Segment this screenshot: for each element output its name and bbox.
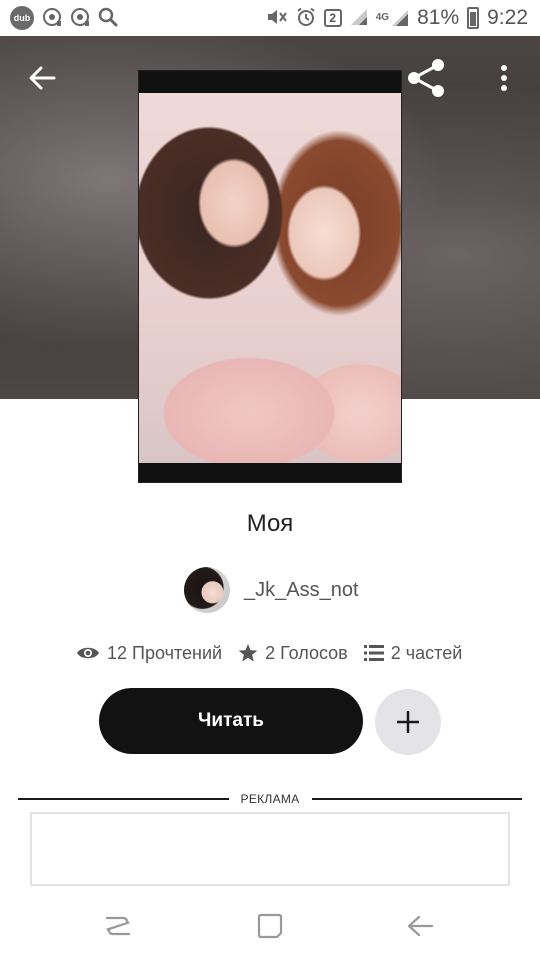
votes-stat: 2 Голосов: [238, 643, 348, 664]
add-to-library-button[interactable]: [375, 689, 441, 755]
more-vertical-icon: [501, 65, 507, 91]
alarm-clock-icon: [42, 7, 62, 30]
ad-slot[interactable]: [30, 812, 510, 886]
4g-signal-icon: 4G: [376, 9, 409, 27]
alarm-icon: [296, 7, 316, 30]
star-icon: [238, 644, 258, 662]
back-button[interactable]: [20, 56, 64, 100]
recents-button[interactable]: [96, 908, 140, 944]
recents-icon: [105, 916, 131, 936]
cover-photo: [139, 93, 401, 463]
home-icon: [257, 913, 283, 939]
eye-icon: [77, 647, 99, 659]
dub-app-icon: dub: [10, 6, 34, 30]
ad-divider-line: [311, 798, 523, 800]
mute-icon: [266, 7, 288, 30]
status-bar: dub 2 4G 81% 9:22: [0, 0, 540, 36]
votes-count: 2 Голосов: [265, 642, 348, 663]
share-button[interactable]: [404, 56, 448, 100]
search-icon: [98, 7, 118, 30]
plus-icon: [397, 711, 419, 733]
home-button[interactable]: [248, 908, 292, 944]
author-link[interactable]: _Jk_Ass_not: [184, 566, 359, 614]
reads-count: 12 Прочтений: [107, 642, 223, 663]
reads-stat: 12 Прочтений: [76, 643, 222, 664]
parts-stat: 2 частей: [363, 642, 463, 664]
battery-icon: [467, 7, 480, 29]
status-bar-left: dub: [10, 6, 118, 30]
network-type-label: 4G: [375, 12, 390, 23]
alarm-clock-icon: [70, 7, 90, 30]
back-icon: [407, 915, 434, 937]
share-icon: [408, 59, 444, 97]
arrow-back-icon: [29, 66, 56, 90]
system-back-button[interactable]: [398, 908, 442, 944]
system-nav-bar: [0, 890, 540, 960]
ad-label: РЕКЛАМА: [240, 792, 300, 806]
signal-icon: [350, 8, 368, 29]
ad-divider-line: [18, 798, 229, 800]
story-stats: 12 Прочтений 2 Голосов 2 частей: [76, 640, 478, 666]
story-cover: [138, 70, 402, 483]
battery-percent: 81%: [417, 6, 460, 29]
read-button[interactable]: Читать: [99, 688, 363, 754]
sim-2-icon: 2: [323, 9, 342, 27]
author-name[interactable]: _Jk_Ass_not: [244, 579, 359, 602]
ad-divider: РЕКЛАМА: [18, 790, 523, 808]
more-options-button[interactable]: [482, 56, 526, 100]
parts-count: 2 частей: [390, 642, 463, 663]
author-avatar[interactable]: [184, 567, 230, 613]
story-title: Моя: [246, 510, 294, 537]
clock-time: 9:22: [487, 6, 528, 29]
list-icon: [363, 645, 384, 661]
status-bar-right: 2 4G 81% 9:22: [266, 6, 528, 30]
